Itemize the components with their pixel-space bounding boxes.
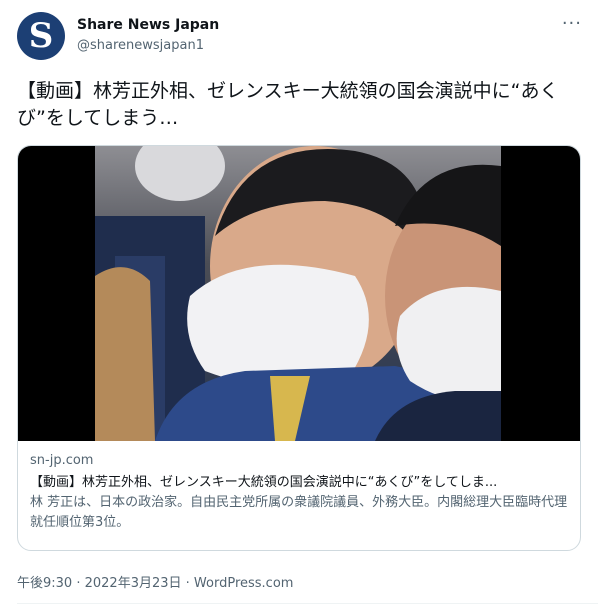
tweet-time[interactable]: 午後9:30 — [17, 576, 72, 591]
avatar-letter: S — [28, 16, 54, 56]
divider — [17, 603, 598, 604]
tweet-source[interactable]: WordPress.com — [194, 576, 294, 591]
tweet-date[interactable]: 2022年3月23日 — [85, 576, 182, 591]
link-card-description: 林 芳正は、日本の政治家。自由民主党所属の衆議院議員、外務大臣。内閣総理大臣臨時… — [30, 495, 568, 530]
more-options-icon[interactable]: ··· — [562, 13, 582, 34]
link-card-domain: sn-jp.com — [30, 453, 94, 468]
tweet-meta: 午後9:30 · 2022年3月23日 · WordPress.com — [17, 572, 293, 591]
display-name[interactable]: Share News Japan — [77, 17, 219, 33]
video-still — [95, 146, 501, 441]
meta-separator: · — [72, 576, 85, 591]
link-card-body[interactable]: sn-jp.com 【動画】林芳正外相、ゼレンスキー大統領の国会演説中に“あくび… — [18, 441, 580, 533]
tweet-text: 【動画】林芳正外相、ゼレンスキー大統領の国会演説中に“あくび”をしてしまう… — [17, 80, 559, 129]
account-handle[interactable]: @sharenewsjapan1 — [77, 38, 204, 53]
link-card[interactable]: sn-jp.com 【動画】林芳正外相、ゼレンスキー大統領の国会演説中に“あくび… — [17, 145, 581, 551]
meta-separator: · — [181, 576, 194, 591]
avatar[interactable]: S — [17, 12, 65, 60]
video-still-illustration — [95, 146, 501, 441]
link-card-title: 【動画】林芳正外相、ゼレンスキー大統領の国会演説中に“あくび”をしてしま... — [30, 475, 498, 490]
link-card-image[interactable] — [18, 146, 580, 441]
